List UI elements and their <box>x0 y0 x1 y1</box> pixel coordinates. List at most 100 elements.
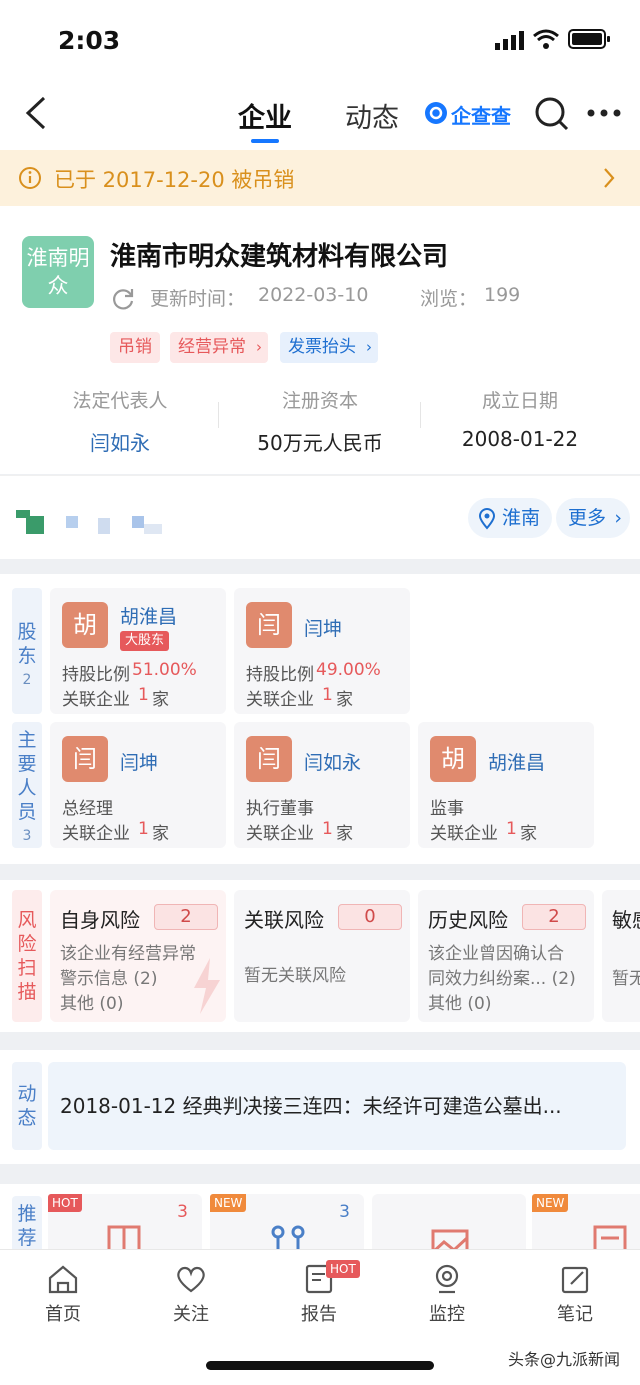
update-label: 更新时间： <box>150 288 246 310</box>
wifi-icon <box>533 29 559 49</box>
brand-icon <box>425 102 447 124</box>
address-pixelated <box>16 508 166 536</box>
shareholders-count: 2 <box>22 672 32 688</box>
lightning-icon <box>194 958 220 1014</box>
avatar: 闫 <box>246 602 292 648</box>
registered-capital: 注册资本 50万元人民币 <box>220 386 420 456</box>
shareholder-name[interactable]: 胡淮昌 <box>120 602 177 629</box>
recommend-count: 3 <box>339 1202 350 1222</box>
bottom-tab-report[interactable]: 报告 HOT <box>274 1260 364 1326</box>
revoked-banner[interactable]: 已于 2017-12-20 被吊销 <box>0 150 640 206</box>
back-icon[interactable] <box>24 96 48 130</box>
more-button[interactable]: 更多 › <box>556 498 631 538</box>
risk-desc: 该企业有经营异常 <box>60 944 196 964</box>
risk-desc: 其他 (0) <box>428 994 492 1014</box>
home-icon <box>48 1265 78 1294</box>
bottom-tab-label: 报告 <box>301 1304 337 1325</box>
related-label: 关联企业 <box>430 824 498 844</box>
bottom-tab-label: 关注 <box>173 1304 209 1325</box>
shareholder-card[interactable]: 闫 闫坤 持股比例 49.00% 关联企业 1 家 <box>234 588 410 714</box>
founded-label: 成立日期 <box>481 390 558 412</box>
dynamics-label-text: 动态 <box>17 1083 37 1129</box>
shareholder-name[interactable]: 闫坤 <box>304 614 342 641</box>
more-icon[interactable] <box>586 108 622 118</box>
dynamics-item[interactable]: 2018-01-12 经典判决接三连四：未经许可建造公墓出... <box>48 1062 626 1150</box>
staff-card[interactable]: 闫 闫坤 总经理 关联企业 1 家 <box>50 722 226 848</box>
risk-card-self[interactable]: 自身风险 2 该企业有经营异常 警示信息 (2) 其他 (0) <box>50 890 226 1022</box>
dynamics-label[interactable]: 动态 <box>12 1062 42 1150</box>
staff-card[interactable]: 胡 胡淮昌 监事 关联企业 1 家 <box>418 722 594 848</box>
shareholders-label-text: 股东 <box>17 621 37 667</box>
legal-rep-value[interactable]: 闫如永 <box>20 427 220 456</box>
capital-label: 注册资本 <box>281 390 358 412</box>
bottom-tab-home[interactable]: 首页 <box>18 1264 108 1326</box>
risk-desc: 其他 (0) <box>60 994 124 1014</box>
status-time: 2:03 <box>58 26 121 55</box>
related-unit: 家 <box>152 824 169 844</box>
company-header: 淮南明众 淮南市明众建筑材料有限公司 更新时间： 2022-03-10 浏览： … <box>0 206 640 474</box>
risk-card-related[interactable]: 关联风险 0 暂无关联风险 <box>234 890 410 1022</box>
search-icon[interactable] <box>534 96 570 132</box>
people-section: 股东 2 胡 胡淮昌 大股东 持股比例 51.00% 关联企业 1 家 闫 闫坤… <box>0 574 640 864</box>
related-count: 1 <box>322 685 333 705</box>
risk-desc: 同效力纠纷案... (2) <box>428 969 576 989</box>
tag-revoked: 吊销 <box>110 332 160 363</box>
tag-invoice-label: 发票抬头 <box>288 337 356 357</box>
founded-value: 2008-01-22 <box>461 427 579 451</box>
risk-desc: 警示信息 (2) <box>60 969 158 989</box>
related-count: 1 <box>506 819 517 839</box>
risk-title: 历史风险 <box>428 908 508 932</box>
info-icon <box>19 167 41 189</box>
related-count: 1 <box>138 685 149 705</box>
related-unit: 家 <box>336 824 353 844</box>
risk-card-sensitive[interactable]: 敏感 暂无 <box>602 890 640 1022</box>
new-badge: NEW <box>210 1194 247 1212</box>
staff-role: 监事 <box>430 799 464 819</box>
tab-company[interactable]: 企业 <box>238 96 292 143</box>
dynamics-section: 动态 2018-01-12 经典判决接三连四：未经许可建造公墓出... <box>0 1050 640 1164</box>
note-icon <box>561 1266 589 1294</box>
staff-count: 3 <box>22 828 32 844</box>
heart-icon <box>177 1266 205 1293</box>
home-indicator[interactable] <box>206 1361 434 1370</box>
staff-card[interactable]: 闫 闫如永 执行董事 关联企业 1 家 <box>234 722 410 848</box>
staff-label[interactable]: 主要人员 3 <box>12 722 42 848</box>
risk-card-history[interactable]: 历史风险 2 该企业曾因确认合 同效力纠纷案... (2) 其他 (0) <box>418 890 594 1022</box>
staff-name[interactable]: 闫坤 <box>120 748 158 775</box>
hot-badge: HOT <box>48 1194 82 1212</box>
chevron-right-icon: › <box>614 507 623 529</box>
chevron-right-icon: › <box>366 338 372 356</box>
staff-label-text: 主要人员 <box>17 729 37 823</box>
related-unit: 家 <box>152 690 169 710</box>
shareholder-card[interactable]: 胡 胡淮昌 大股东 持股比例 51.00% 关联企业 1 家 <box>50 588 226 714</box>
related-label: 关联企业 <box>62 690 130 710</box>
risk-desc: 暂无 <box>612 969 640 989</box>
views-label: 浏览： <box>420 288 478 310</box>
refresh-icon[interactable] <box>110 286 136 312</box>
staff-name[interactable]: 闫如永 <box>304 748 361 775</box>
risk-count: 2 <box>154 904 218 930</box>
bottom-tab-notes[interactable]: 笔记 <box>530 1264 620 1326</box>
staff-name[interactable]: 胡淮昌 <box>488 748 545 775</box>
avatar: 闫 <box>62 736 108 782</box>
bottom-tab-follow[interactable]: 关注 <box>146 1264 236 1326</box>
recommend-label-text: 推荐 <box>17 1203 37 1249</box>
new-badge: NEW <box>532 1194 569 1212</box>
related-label: 关联企业 <box>246 824 314 844</box>
update-time: 2022-03-10 <box>258 284 369 306</box>
more-label: 更多 <box>568 507 607 529</box>
location-button[interactable]: 淮南 <box>468 498 553 538</box>
bottom-tab-label: 首页 <box>45 1304 81 1325</box>
risk-label[interactable]: 风险扫描 <box>12 890 42 1022</box>
bottom-tab-monitor[interactable]: 监控 <box>402 1264 492 1326</box>
ratio-value: 49.00% <box>316 660 381 680</box>
tag-abnormal[interactable]: 经营异常 › <box>170 332 268 363</box>
tag-invoice[interactable]: 发票抬头 › <box>280 332 378 363</box>
related-label: 关联企业 <box>246 690 314 710</box>
signal-icon <box>495 31 524 50</box>
capital-value: 50万元人民币 <box>257 431 383 455</box>
related-unit: 家 <box>520 824 537 844</box>
tab-dynamics[interactable]: 动态 <box>345 96 399 135</box>
related-count: 1 <box>322 819 333 839</box>
shareholders-label[interactable]: 股东 2 <box>12 588 42 714</box>
